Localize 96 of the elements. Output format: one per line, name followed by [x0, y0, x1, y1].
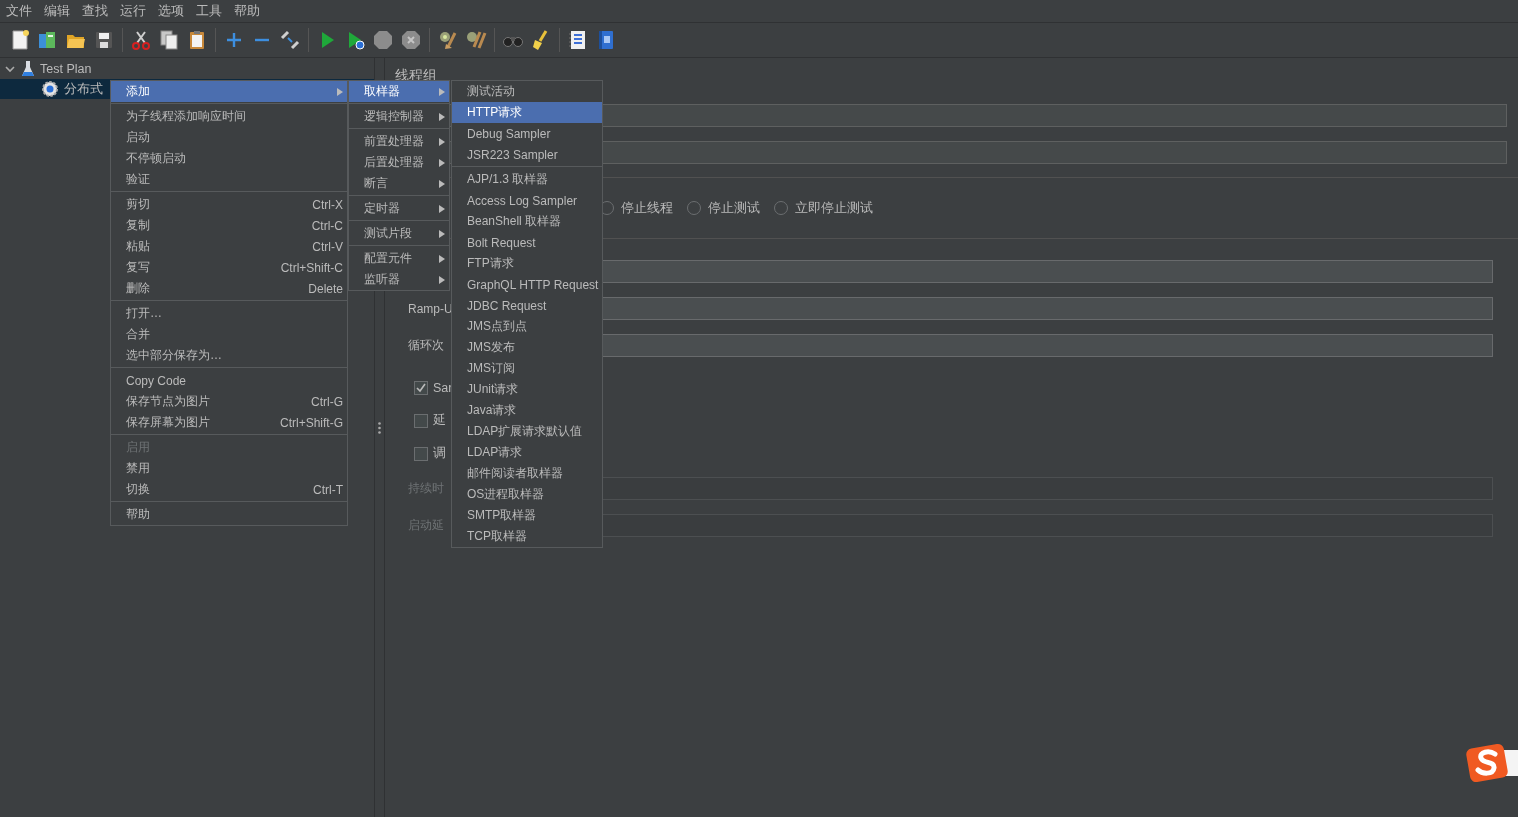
menu-item[interactable]: 前置处理器 [349, 131, 449, 152]
menu-item[interactable]: 保存节点为图片 Ctrl-G [111, 391, 347, 412]
menu-item[interactable]: OS进程取样器 [452, 484, 603, 505]
save-icon[interactable] [93, 29, 115, 51]
menu-item[interactable]: 邮件阅读者取样器 [452, 463, 603, 484]
menu-item[interactable]: LDAP扩展请求默认值 [452, 421, 603, 442]
pencils-icon[interactable] [279, 29, 301, 51]
menu-item[interactable]: JDBC Request [452, 295, 603, 316]
menu-item[interactable]: 选中部分保存为… [111, 345, 347, 366]
menu-item[interactable]: 删除 Delete [111, 278, 347, 299]
menu-item[interactable]: 逻辑控制器 [349, 106, 449, 127]
menu-item[interactable]: 取样器 [349, 81, 449, 102]
menu-bar-item[interactable]: 运行 [114, 1, 152, 21]
input-field[interactable] [600, 260, 1493, 283]
menu-item[interactable]: 监听器 [349, 269, 449, 290]
new-file-icon[interactable] [9, 29, 31, 51]
flask-icon [21, 60, 35, 78]
check-icon [416, 382, 426, 393]
shortcut-label: Delete [308, 281, 343, 296]
menu-item[interactable]: 帮助 [111, 504, 347, 525]
stop-icon[interactable] [372, 29, 394, 51]
shortcut-label: Ctrl-V [312, 239, 343, 254]
menu-item[interactable]: 定时器 [349, 198, 449, 219]
menu-item[interactable]: FTP请求 [452, 253, 603, 274]
menu-item[interactable]: 复制 Ctrl-C [111, 215, 347, 236]
menu-bar-item[interactable]: 编辑 [38, 1, 76, 21]
checkbox[interactable] [414, 380, 428, 395]
shortcut-label: Ctrl-X [312, 197, 343, 212]
input-field[interactable] [600, 334, 1493, 357]
shortcut-label: Ctrl-C [311, 218, 343, 233]
menu-item[interactable]: BeanShell 取样器 [452, 211, 603, 232]
split-handle-icon[interactable] [378, 421, 381, 434]
radio-button[interactable] [774, 201, 788, 215]
menu-item[interactable]: Access Log Sampler [452, 190, 603, 211]
menu-item[interactable]: 测试片段 [349, 223, 449, 244]
menu-item[interactable]: 粘贴 Ctrl-V [111, 236, 347, 257]
menu-item[interactable]: 测试活动 [452, 81, 603, 102]
menu-bar-item[interactable]: 文件 [0, 1, 38, 21]
menu-item[interactable]: 配置元件 [349, 248, 449, 269]
menu-item[interactable]: TCP取样器 [452, 526, 603, 547]
menu-item[interactable]: Java请求 [452, 400, 603, 421]
tree-item[interactable]: Test Plan [0, 59, 374, 79]
menu-bar-item[interactable]: 帮助 [228, 1, 266, 21]
menu-item[interactable]: AJP/1.3 取样器 [452, 169, 603, 190]
menu-item[interactable]: 不停顿启动 [111, 148, 347, 169]
menu-item[interactable]: 为子线程添加响应时间 [111, 106, 347, 127]
menu-item[interactable]: Debug Sampler [452, 123, 603, 144]
menu-item[interactable]: 添加 [111, 81, 347, 102]
shortcut-label: Ctrl-T [313, 482, 343, 497]
copy-icon[interactable] [158, 29, 180, 51]
menu-bar-item[interactable]: 查找 [76, 1, 114, 21]
menu-item[interactable]: Bolt Request [452, 232, 603, 253]
shortcut-label: Ctrl+Shift-C [280, 260, 343, 275]
menu-item[interactable]: JUnit请求 [452, 379, 603, 400]
menu-item[interactable]: 复写 Ctrl+Shift-C [111, 257, 347, 278]
radio-label: 停止测试 [708, 199, 760, 217]
menu-item[interactable]: JMS点到点 [452, 316, 603, 337]
menu-item[interactable]: Copy Code [111, 370, 347, 391]
menu-item[interactable]: 后置处理器 [349, 152, 449, 173]
input-method-icon[interactable] [1466, 742, 1518, 782]
menu-item[interactable]: 验证 [111, 169, 347, 190]
menu-item[interactable]: 断言 [349, 173, 449, 194]
gear-broom-icon[interactable] [437, 29, 459, 51]
radio-label: 立即停止测试 [795, 199, 873, 217]
menu-item[interactable]: 打开… [111, 303, 347, 324]
menu-item[interactable]: 禁用 [111, 458, 347, 479]
menu-item[interactable]: HTTP请求 [452, 102, 603, 123]
menu-item[interactable]: GraphQL HTTP Request [452, 274, 603, 295]
input-field[interactable] [600, 297, 1493, 320]
menu-item[interactable]: SMTP取样器 [452, 505, 603, 526]
menu-item[interactable]: 合并 [111, 324, 347, 345]
menu-item[interactable]: JMS发布 [452, 337, 603, 358]
checkbox[interactable] [414, 446, 428, 461]
menu-item[interactable]: 剪切 Ctrl-X [111, 194, 347, 215]
octagon-cross-icon[interactable] [400, 29, 422, 51]
menu-item[interactable]: LDAP请求 [452, 442, 603, 463]
checkbox-label: 调 [433, 445, 446, 462]
checkbox-label: 延 [433, 412, 446, 429]
menu-item[interactable]: JSR223 Sampler [452, 144, 603, 165]
menu-item[interactable]: 保存屏幕为图片 Ctrl+Shift-G [111, 412, 347, 433]
checkbox[interactable] [414, 413, 428, 428]
menu-item[interactable]: JMS订阅 [452, 358, 603, 379]
scissors-icon[interactable] [130, 29, 152, 51]
chevron-icon[interactable] [4, 63, 16, 75]
shortcut-label: Ctrl-G [311, 394, 343, 409]
checkbox-label: Sar [433, 380, 453, 395]
shortcut-label: Ctrl+Shift-G [280, 415, 343, 430]
gear-icon [41, 80, 59, 98]
gear-brooms-icon[interactable] [465, 29, 487, 51]
menu-bar-item[interactable]: 工具 [190, 1, 228, 21]
field-label: 循环次 [408, 337, 444, 354]
menu-bar-item[interactable]: 选项 [152, 1, 190, 21]
radio-button[interactable] [687, 201, 701, 215]
menu-item[interactable]: 启动 [111, 127, 347, 148]
radio-label: 停止线程 [621, 199, 673, 217]
menu-item[interactable]: 切换 Ctrl-T [111, 479, 347, 500]
